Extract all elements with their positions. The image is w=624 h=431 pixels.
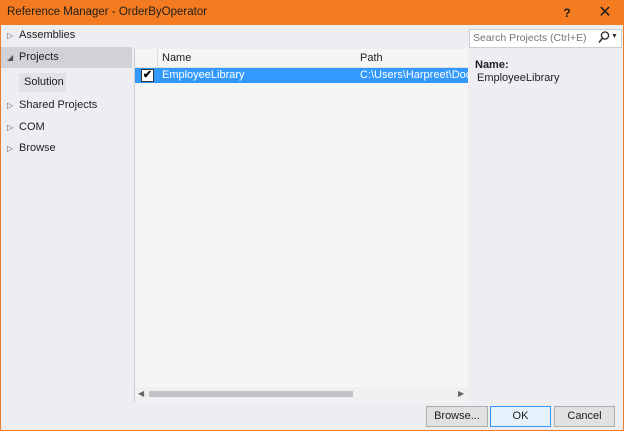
checkbox-column-header[interactable] [135, 49, 158, 68]
cancel-button[interactable]: Cancel [554, 406, 615, 427]
table-row[interactable]: ✔ EmployeeLibrary C:\Users\Harpreet\Docu… [135, 68, 468, 83]
nav-item-label: Assemblies [19, 29, 76, 41]
category-navigation: ▷ Assemblies ◢ Projects Solution ▷ Share… [1, 25, 133, 403]
scrollbar-thumb[interactable] [149, 391, 353, 397]
help-button[interactable]: ? [558, 4, 576, 22]
path-column-header[interactable]: Path [356, 49, 472, 68]
details-pane: ▼ Name: EmployeeLibrary [468, 25, 623, 403]
name-column-header[interactable]: Name [158, 49, 359, 68]
nav-item-projects[interactable]: ◢ Projects [1, 47, 132, 68]
title-bar[interactable]: Reference Manager - OrderByOperator ? ✕ [1, 1, 623, 25]
dialog-footer: Browse... OK Cancel [1, 403, 623, 430]
project-list: Name Path ✔ EmployeeLibrary C:\Users\Har… [134, 49, 472, 402]
close-button[interactable]: ✕ [593, 3, 617, 23]
nav-item-shared-projects[interactable]: ▷ Shared Projects [1, 95, 132, 116]
detail-name-value: EmployeeLibrary [477, 72, 560, 84]
search-box[interactable]: ▼ [469, 29, 622, 48]
expand-arrow-icon[interactable]: ▷ [7, 25, 15, 46]
row-name: EmployeeLibrary [162, 69, 245, 81]
search-icon[interactable] [598, 30, 610, 47]
search-input[interactable] [473, 31, 591, 45]
scroll-right-icon[interactable]: ▶ [458, 389, 464, 398]
row-path: C:\Users\Harpreet\Docum [360, 69, 468, 81]
nav-item-label: Shared Projects [19, 99, 98, 111]
window-title: Reference Manager - OrderByOperator [7, 6, 208, 18]
expand-arrow-icon[interactable]: ▷ [7, 117, 15, 138]
horizontal-scrollbar[interactable]: ◀ ▶ [135, 387, 468, 401]
expand-arrow-icon[interactable]: ▷ [7, 95, 15, 116]
expand-arrow-icon[interactable]: ▷ [7, 138, 15, 159]
detail-name-label: Name: [475, 59, 509, 71]
nav-item-com[interactable]: ▷ COM [1, 117, 132, 138]
search-options-dropdown-icon[interactable]: ▼ [611, 33, 618, 40]
nav-subitem-solution[interactable]: Solution [19, 73, 66, 92]
browse-button[interactable]: Browse... [426, 406, 488, 427]
nav-item-label: Projects [19, 51, 59, 63]
reference-checkbox[interactable]: ✔ [141, 69, 154, 82]
nav-item-label: COM [19, 121, 45, 133]
scroll-left-icon[interactable]: ◀ [138, 389, 144, 398]
nav-item-browse[interactable]: ▷ Browse [1, 138, 132, 159]
ok-button[interactable]: OK [490, 406, 551, 427]
search-icon-svg [598, 31, 610, 44]
nav-item-assemblies[interactable]: ▷ Assemblies [1, 25, 132, 46]
collapse-arrow-icon[interactable]: ◢ [7, 47, 15, 68]
reference-manager-window: Reference Manager - OrderByOperator ? ✕ … [0, 0, 624, 431]
nav-item-label: Browse [19, 142, 56, 154]
